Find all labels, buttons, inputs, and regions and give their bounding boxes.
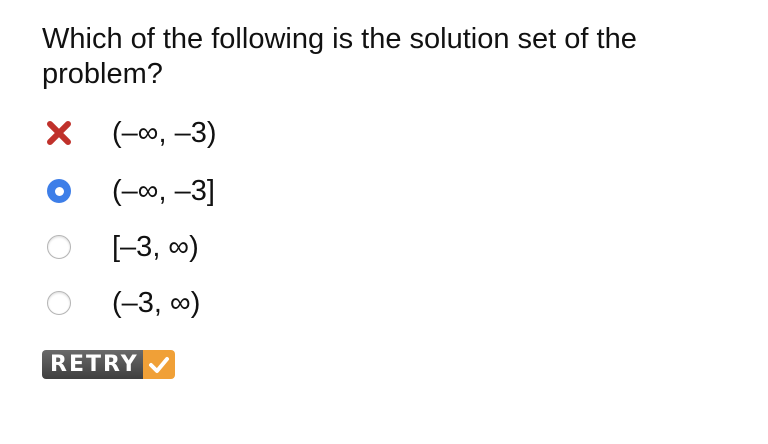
option-label: (–∞, –3]	[112, 175, 215, 207]
radio-empty-icon[interactable]	[44, 232, 74, 262]
retry-button[interactable]: RETRY	[42, 350, 175, 379]
option-label: (–3, ∞)	[112, 287, 201, 319]
radio-selected-icon[interactable]	[44, 176, 74, 206]
radio-empty-icon[interactable]	[44, 288, 74, 318]
option-2[interactable]: (–∞, –3]	[44, 171, 215, 211]
option-4[interactable]: (–3, ∞)	[44, 283, 200, 323]
option-label: (–∞, –3)	[112, 117, 217, 149]
check-icon	[142, 350, 175, 379]
incorrect-x-icon	[44, 118, 74, 148]
option-label: [–3, ∞)	[112, 231, 199, 263]
retry-label: RETRY	[42, 350, 143, 379]
option-1[interactable]: (–∞, –3)	[44, 113, 217, 153]
question-text: Which of the following is the solution s…	[42, 23, 637, 90]
option-3[interactable]: [–3, ∞)	[44, 227, 199, 267]
